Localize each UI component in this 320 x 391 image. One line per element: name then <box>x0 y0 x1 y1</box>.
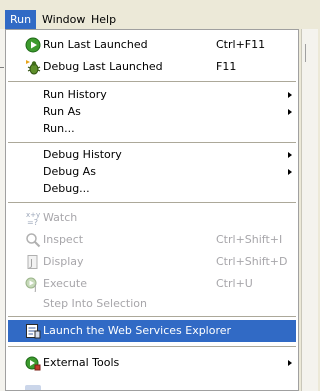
submenu-arrow-icon <box>288 360 292 366</box>
background-divider <box>0 67 4 68</box>
menu-item-label: External Tools <box>43 356 120 369</box>
menu-item-accelerator: F11 <box>216 60 237 73</box>
menubar-run[interactable]: Run <box>5 10 37 29</box>
execute-icon: J <box>25 277 37 292</box>
watch-icon: x+y =? <box>26 211 40 226</box>
menu-item-label: Execute <box>43 277 87 290</box>
menu-bar: Run Window Help <box>0 0 317 29</box>
background-toolbar-grip <box>305 44 312 62</box>
menu-item-debug-last-launched[interactable]: Debug Last Launched F11 <box>8 56 296 78</box>
run-icon <box>25 37 41 53</box>
menu-item-label: Step Into Selection <box>43 297 147 310</box>
menu-item-debug-dialog[interactable]: Debug... <box>8 178 296 200</box>
external-tools-icon <box>25 356 41 371</box>
run-menu: Run Last Launched Ctrl+F11 Debug Last La… <box>5 29 299 391</box>
menu-item-label: Launch the Web Services Explorer <box>43 324 232 337</box>
menu-item-accelerator: Ctrl+Shift+I <box>216 233 283 246</box>
svg-text:J: J <box>33 284 37 292</box>
menu-item-accelerator: Ctrl+U <box>216 277 253 290</box>
menu-separator <box>8 346 296 347</box>
menu-item-step-into-selection[interactable]: Step Into Selection <box>8 293 296 315</box>
submenu-arrow-icon <box>288 169 292 175</box>
submenu-arrow-icon <box>288 152 292 158</box>
svg-text:J: J <box>29 258 33 269</box>
menu-item-label: Debug Last Launched <box>43 60 163 73</box>
menu-item-label: Run... <box>43 122 75 135</box>
menubar-help[interactable]: Help <box>86 10 121 29</box>
menubar-window[interactable]: Window <box>37 10 90 29</box>
submenu-arrow-icon <box>288 92 292 98</box>
svg-text:=?: =? <box>27 218 38 226</box>
inspect-icon <box>26 233 41 248</box>
menu-item-watch[interactable]: x+y =? Watch <box>8 207 296 229</box>
background-toolbar-right <box>301 29 318 391</box>
submenu-arrow-icon <box>288 109 292 115</box>
menu-item-label: Display <box>43 255 84 268</box>
menu-item-display[interactable]: J Display Ctrl+Shift+D <box>8 251 296 273</box>
menu-item-external-tools[interactable]: External Tools <box>8 352 296 374</box>
menu-item-run-dialog[interactable]: Run... <box>8 118 296 140</box>
partial-item-icon <box>25 385 41 390</box>
menu-item-label: Inspect <box>43 233 84 246</box>
menu-item-inspect[interactable]: Inspect Ctrl+Shift+I <box>8 229 296 251</box>
menu-separator <box>8 142 296 143</box>
menu-item-execute[interactable]: J Execute Ctrl+U <box>8 273 296 295</box>
menu-item-label: Run Last Launched <box>43 38 148 51</box>
menu-item-label: Watch <box>43 211 78 224</box>
menu-item-run-last-launched[interactable]: Run Last Launched Ctrl+F11 <box>8 34 296 56</box>
menu-item-accelerator: Ctrl+F11 <box>216 38 266 51</box>
menu-item-launch-web-services-explorer[interactable]: Launch the Web Services Explorer <box>8 320 296 342</box>
debug-icon <box>26 60 41 75</box>
menu-item-partially-visible <box>8 382 296 390</box>
menu-separator <box>8 81 296 82</box>
menu-separator <box>8 202 296 203</box>
menu-separator <box>8 316 296 317</box>
menu-item-label: Debug... <box>43 182 90 195</box>
menu-item-accelerator: Ctrl+Shift+D <box>216 255 288 268</box>
web-services-explorer-icon <box>26 324 41 339</box>
display-icon: J <box>27 255 38 269</box>
